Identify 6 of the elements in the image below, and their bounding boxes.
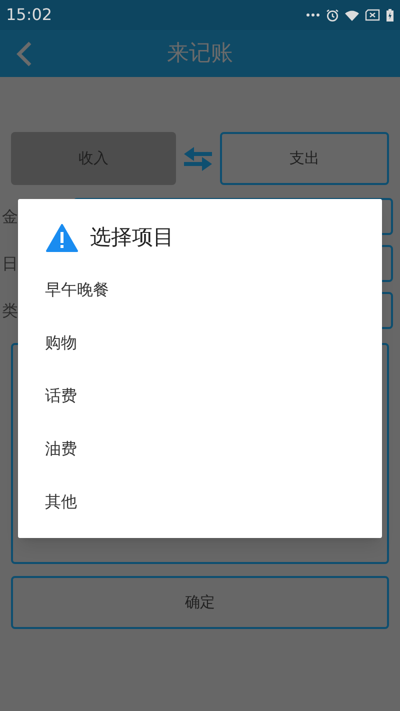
field-label: 金 (2, 206, 19, 228)
field-label: 类 (2, 300, 19, 322)
dialog-title: 选择项目 (90, 224, 174, 251)
status-time: 15:02 (6, 4, 52, 26)
field-label: 日 (2, 252, 19, 274)
page-title: 来记账 (167, 40, 233, 68)
